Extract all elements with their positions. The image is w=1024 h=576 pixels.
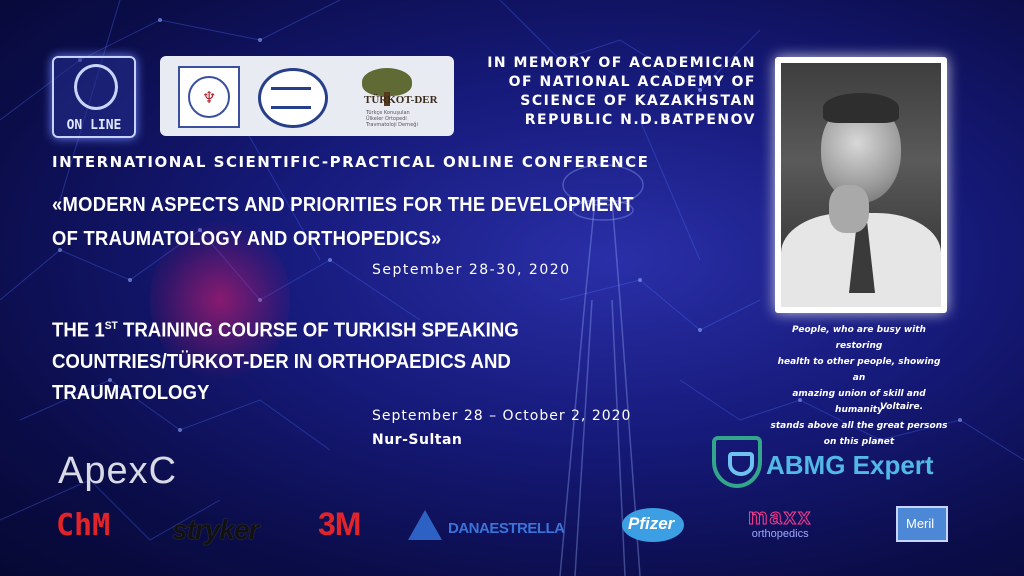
quote-line: People, who are busy with restoring — [792, 325, 926, 351]
city-name: Nur-Sultan — [372, 432, 463, 448]
course-dates: September 28 – October 2, 2020 — [372, 408, 632, 424]
course-prefix: THE 1 — [52, 319, 105, 342]
chm-logo: ChM — [56, 508, 111, 543]
conference-dates: September 28-30, 2020 — [372, 262, 571, 278]
maxx-subtitle: orthopedics — [751, 528, 809, 540]
course-ordinal: ST — [104, 320, 118, 332]
memorial-line: SCIENCE OF KAZAKHSTAN — [520, 93, 756, 109]
university-logo: ♆ — [178, 66, 240, 128]
pfizer-text: Pfizer — [628, 514, 675, 533]
quote-text: People, who are busy with restoring heal… — [770, 322, 948, 450]
organizer-logos-panel: ♆ TÜRKOT-DER Türkçe Konuşulan Ülkeler Or… — [160, 56, 454, 136]
conference-name: «MODERN ASPECTS AND PRIORITIES FOR THE D… — [52, 188, 641, 256]
academy-logo — [258, 68, 328, 128]
online-label: ON LINE — [66, 118, 122, 133]
memorial-line: OF NATIONAL ACADEMY OF — [508, 74, 756, 90]
abmg-expert-logo: ABMG Expert — [712, 436, 962, 492]
course-line: THE 1ST TRAINING COURSE OF TURKISH SPEAK… — [52, 311, 573, 347]
headset-person-icon — [74, 64, 118, 110]
course-line: COUNTRIES/TÜRKOT-DER IN ORTHOPAEDICS AND — [52, 350, 511, 373]
shield-icon — [712, 436, 762, 488]
memorial-line: IN MEMORY OF ACADEMICIAN — [487, 55, 756, 71]
maxx-orthopedics-logo: maxx orthopedics — [747, 504, 813, 540]
apexc-logo: ApexC — [58, 450, 178, 492]
meril-logo: Meril — [896, 506, 948, 542]
meril-text: Meril — [906, 516, 935, 531]
online-badge: ON LINE — [52, 56, 136, 138]
pfizer-logo: Pfizer — [622, 508, 684, 542]
course-line: TRAUMATOLOGY — [52, 381, 210, 404]
course-line1-rest: TRAINING COURSE OF TURKISH SPEAKING — [117, 319, 519, 342]
quote-author: Voltaire. — [880, 402, 924, 412]
stryker-logo: stryker — [172, 514, 259, 545]
conference-name-line: «MODERN ASPECTS AND PRIORITIES FOR THE D… — [52, 194, 634, 216]
maxx-text: maxx — [747, 504, 813, 529]
abmg-expert-text: ABMG Expert — [766, 450, 934, 480]
training-course-title: THE 1ST TRAINING COURSE OF TURKISH SPEAK… — [52, 311, 573, 409]
triangle-icon — [408, 510, 442, 540]
portrait-photo — [781, 63, 941, 307]
turkot-der-logo: TÜRKOT-DER Türkçe Konuşulan Ülkeler Orto… — [344, 64, 440, 128]
quote-line: health to other people, showing an — [777, 357, 941, 383]
portrait-frame — [775, 57, 947, 313]
memorial-line: REPUBLIC N.D.BATPENOV — [524, 112, 756, 128]
3m-logo: 3M — [318, 506, 361, 542]
dana-estrella-text: DANAESTRELLA — [448, 520, 565, 537]
memorial-text: IN MEMORY OF ACADEMICIAN OF NATIONAL ACA… — [474, 54, 756, 130]
turkot-der-subtitle: Türkçe Konuşulan Ülkeler Ortopedi Travma… — [366, 110, 418, 128]
quote-line: stands above all the great persons — [770, 421, 948, 431]
turkot-der-name: TÜRKOT-DER — [364, 94, 438, 106]
conference-name-line: OF TRAUMATOLOGY AND ORTHOPEDICS» — [52, 228, 442, 250]
conference-title: INTERNATIONAL SCIENTIFIC-PRACTICAL ONLIN… — [52, 153, 650, 171]
